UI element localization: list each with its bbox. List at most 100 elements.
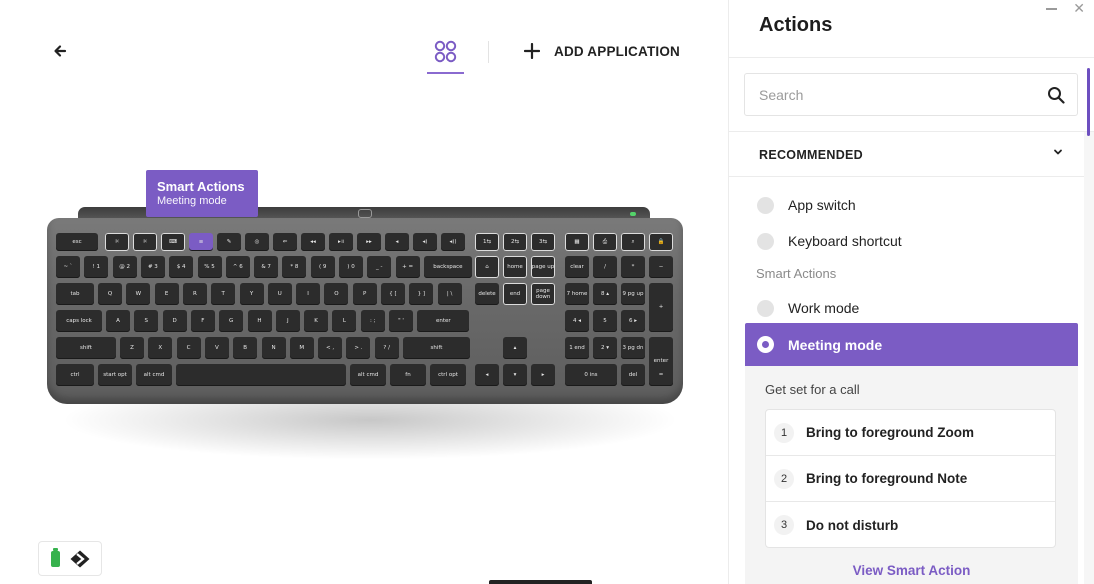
keyboard-key: + = [395,256,420,278]
smart-actions-callout[interactable]: Smart Actions Meeting mode [146,170,258,217]
minimize-icon[interactable] [1046,8,1057,10]
keyboard-key: < , [318,337,343,359]
keyboard-key: $ 4 [169,256,194,278]
keyboard-key: D [162,310,187,332]
keyboard-key: shift [56,337,116,359]
keyboard-key: 1⇆ [475,233,499,251]
keyboard-key: % 5 [197,256,222,278]
search-input[interactable] [745,74,1035,115]
keyboard-key: Z [120,337,144,359]
action-item-meeting-mode[interactable]: Meeting mode [745,323,1078,366]
smart-action-detail: Get set for a call 1 Bring to foreground… [745,366,1078,584]
actions-panel: Actions ✕ RECOMMENDED App switch Keyboar… [728,0,1094,584]
keyboard-key: alt cmd [350,364,386,386]
section-label: RECOMMENDED [759,148,863,162]
keyboard-key: ◂)) [441,233,465,251]
keyboard-key: tab [56,283,94,305]
keyboard-key: ☼ [133,233,157,251]
keyboard-key: ◂ [475,364,499,386]
search-icon[interactable] [1047,86,1065,104]
keyboard-key: R [182,283,207,305]
step-row: 3 Do not disturb [766,502,1055,548]
logi-bolt-icon [70,550,89,567]
keyboard-key: ◂◂ [301,233,325,251]
keyboard-key: ☼ [105,233,129,251]
keyboard-key: ctrl [56,364,94,386]
keyboard-key: 7 home [565,283,589,305]
keyboard-key: 9 pg up [621,283,645,305]
step-row: 2 Bring to foreground Note [766,456,1055,502]
keyboard-key: 1 end [565,337,589,359]
keyboard-key: & 7 [254,256,279,278]
detail-description: Get set for a call [765,382,860,397]
keyboard-key: ◂) [413,233,437,251]
keyboard-key: start opt [98,364,132,386]
step-row: 1 Bring to foreground Zoom [766,410,1055,456]
back-button[interactable] [50,40,72,62]
keyboard-key: page down [531,283,555,305]
keyboard-key: J [275,310,300,332]
keyboard-key: > . [346,337,371,359]
search-section [729,58,1094,132]
keyboard-key: : ; [360,310,385,332]
view-smart-action-link[interactable]: View Smart Action [745,563,1078,578]
keyboard-key: delete [475,283,499,305]
keyboard-key: ▾ [503,364,527,386]
keyboard-key: @ 2 [112,256,137,278]
keyboard-key: / [593,256,617,278]
keyboard-key: E [154,283,179,305]
step-label: Do not disturb [806,517,899,533]
device-status-box[interactable] [38,541,102,576]
keyboard-key: H [247,310,272,332]
radio-selected-icon [757,336,774,353]
callout-title: Smart Actions [157,179,245,194]
panel-title: Actions [759,14,833,36]
keyboard-key: N [261,337,286,359]
keyboard-key: clear [565,256,589,278]
keyboard-key: 🔒 [649,233,673,251]
keyboard-key: backspace [423,256,472,278]
keyboard-key: + [649,283,673,332]
radio-icon [757,299,774,317]
panel-scrollbar[interactable] [1087,68,1090,136]
keyboard-key: ) 0 [339,256,363,278]
keyboard-key: X [148,337,173,359]
keyboard-key: ? / [374,337,399,359]
action-label: Keyboard shortcut [788,233,902,249]
keyboard-key: shift [403,337,470,359]
add-application-button[interactable]: ADD APPLICATION [523,40,680,62]
step-number: 2 [774,468,794,489]
keyboard-key: C [176,337,201,359]
keyboard-key: O [324,283,349,305]
keyboard-key: P [352,283,377,305]
action-label: App switch [788,197,856,213]
keyboard-key: ctrl opt [430,364,466,386]
recommended-section-toggle[interactable]: RECOMMENDED [729,132,1084,177]
keyboard-key: S [134,310,159,332]
keyboard-key: ^ 6 [225,256,250,278]
apps-view-tab[interactable] [427,36,464,74]
keyboard-key: L [332,310,357,332]
keyboard-key: ▸ [531,364,555,386]
keyboard-key: 2⇆ [503,233,527,251]
battery-icon [50,547,60,567]
keyboard-key: = [649,364,673,386]
close-icon[interactable]: ✕ [1073,1,1085,17]
keyboard-key: del [621,364,645,386]
action-item-keyboard-shortcut[interactable]: Keyboard shortcut [745,223,1078,259]
keyboard-key: 2 ▾ [593,337,617,359]
callout-subtitle: Meeting mode [157,195,227,207]
action-item-app-switch[interactable]: App switch [745,187,1078,223]
steps-list: 1 Bring to foreground Zoom 2 Bring to fo… [765,409,1056,548]
keyboard-key: ▴ [503,337,527,359]
step-label: Bring to foreground Note [806,471,968,486]
grid-circles-icon [434,40,457,63]
keyboard-key: ✎ [217,233,241,251]
add-application-label: ADD APPLICATION [554,43,680,59]
action-item-work-mode[interactable]: Work mode [745,290,1078,326]
keyboard-key: ▦ [565,233,589,251]
keyboard-key: * [621,256,645,278]
bottom-handle [489,580,592,584]
keyboard-key: K [304,310,329,332]
keyboard-key: # 3 [140,256,165,278]
